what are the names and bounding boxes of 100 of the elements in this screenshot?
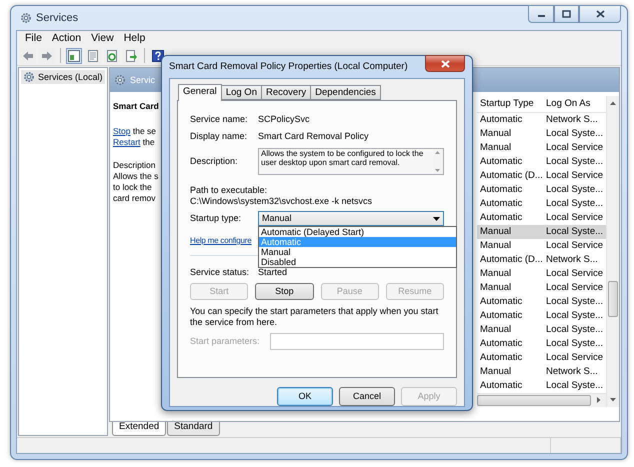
dropdown-option[interactable]: Automatic (Delayed Start): [259, 227, 456, 237]
list-row[interactable]: Automatic Local Syste...: [477, 155, 606, 169]
help-button[interactable]: [150, 48, 166, 64]
scroll-down-icon[interactable]: [609, 397, 617, 403]
list-row[interactable]: Manual Local Syste...: [477, 323, 606, 337]
list-row[interactable]: Automatic Local Service: [477, 351, 606, 365]
list-row[interactable]: Manual Local Service: [477, 239, 606, 253]
table-cell-text: Manual: [479, 142, 512, 154]
table-cell-text: Local Syste...: [545, 338, 604, 350]
table-cell-text: Manual: [479, 128, 512, 140]
tree-item-label: Services (Local): [38, 72, 103, 82]
dropdown-option[interactable]: Disabled: [259, 257, 456, 267]
table-cell-text: Local Service: [545, 240, 604, 252]
close-icon: [440, 60, 450, 68]
dialog-title: Smart Card Removal Policy Properties (Local Computer): [169, 60, 408, 74]
horizontal-scrollbar[interactable]: [477, 393, 606, 407]
dialog-button[interactable]: Cancel: [339, 387, 395, 406]
field-label: Service name:: [190, 114, 249, 125]
action-link[interactable]: Stop: [113, 126, 130, 136]
table-cell-text: Local Service: [545, 170, 604, 182]
table-cell-text: Automatic: [479, 184, 524, 196]
properties-button[interactable]: [85, 48, 101, 64]
list-row[interactable]: Manual Local Syste...: [477, 225, 606, 239]
list-row[interactable]: Manual Local Service: [477, 267, 606, 281]
startup-type-dropdown[interactable]: Manual: [258, 211, 444, 226]
scrollbar-thumb[interactable]: [608, 281, 618, 317]
description-text: Allows the s: [113, 171, 158, 182]
caret-icon: [433, 216, 440, 220]
vertical-scrollbar[interactable]: [433, 149, 443, 174]
close-button[interactable]: [425, 55, 465, 72]
refresh-button[interactable]: [104, 48, 120, 64]
table-cell-text: Automatic: [479, 310, 524, 322]
dropdown-option[interactable]: Manual: [259, 247, 456, 257]
list-row[interactable]: Manual Local Syste...: [477, 127, 606, 141]
column-header[interactable]: Startup Type: [477, 98, 544, 110]
tab[interactable]: Dependencies: [311, 85, 381, 100]
field-label: Display name:: [190, 131, 248, 142]
forward-icon: [41, 50, 53, 62]
maximize-icon: [562, 10, 571, 18]
maximize-button[interactable]: [554, 5, 579, 23]
table-cell-text: Manual: [479, 240, 512, 252]
table-cell-text: Manual: [479, 366, 512, 378]
list-row[interactable]: Automatic Local Syste...: [477, 309, 606, 323]
table-cell-text: Local Service: [545, 212, 604, 224]
table-cell-text: Automatic: [479, 212, 524, 224]
action-link[interactable]: Restart: [113, 137, 140, 147]
description-field[interactable]: Allows the system to be configured to lock the user desktop upon smart card removal.: [258, 148, 444, 175]
list-row[interactable]: Automatic Local Syste...: [477, 197, 606, 211]
table-cell-text: Network S...: [545, 114, 599, 126]
menu-item[interactable]: Help: [118, 32, 150, 45]
service-control-button[interactable]: Stop: [255, 283, 314, 300]
scroll-up-icon[interactable]: [609, 100, 617, 106]
tab[interactable]: General: [178, 84, 222, 101]
help-link[interactable]: Help me configure: [190, 235, 252, 246]
panel-header-title: Servic: [130, 74, 156, 86]
table-cell-text: Local Syste...: [545, 296, 604, 308]
field-label: Description:: [190, 156, 239, 167]
list-row[interactable]: Automatic (D... Local Service: [477, 169, 606, 183]
table-cell-text: Automatic: [479, 296, 524, 308]
table-cell-text: Manual: [479, 226, 512, 238]
list-row[interactable]: Manual Local Service: [477, 141, 606, 155]
close-button[interactable]: [579, 5, 621, 23]
view-tab[interactable]: Extended: [112, 422, 166, 436]
panel-toggle-icon: [68, 50, 80, 62]
vertical-scrollbar[interactable]: [606, 96, 619, 407]
export-icon: [125, 50, 137, 62]
panel-toggle-button[interactable]: [66, 48, 82, 64]
tab[interactable]: Recovery: [262, 85, 312, 100]
export-button[interactable]: [123, 48, 139, 64]
table-cell-text: Automatic (D...: [479, 254, 544, 266]
scrollbar-thumb[interactable]: [477, 395, 591, 406]
list-row[interactable]: Automatic Local Syste...: [477, 183, 606, 197]
table-cell-text: Local Service: [545, 268, 604, 280]
gear-icon: [23, 71, 35, 83]
menu-item[interactable]: View: [86, 32, 119, 45]
column-header[interactable]: Log On As: [544, 98, 604, 110]
tab[interactable]: Log On: [222, 85, 262, 100]
table-cell-text: Local Syste...: [545, 198, 604, 210]
tree-item[interactable]: Services (Local): [21, 70, 105, 84]
menu-item[interactable]: File: [20, 32, 47, 45]
view-tab[interactable]: Standard: [167, 422, 220, 436]
minimize-button[interactable]: [528, 5, 554, 23]
table-cell-text: Automatic: [479, 198, 524, 210]
list-row[interactable]: Automatic Local Syste...: [477, 337, 606, 351]
list-row[interactable]: Automatic Local Syste...: [477, 295, 606, 309]
list-row[interactable]: Automatic (D... Network S...: [477, 253, 606, 267]
status-value: Started: [258, 267, 288, 278]
table-cell-text: Automatic (D...: [479, 170, 544, 182]
menu-item[interactable]: Action: [46, 32, 86, 45]
scroll-right-icon[interactable]: [596, 396, 602, 404]
path-text: C:\Windows\system32\svchost.exe -k netsvcs: [190, 196, 374, 207]
list-row[interactable]: Automatic Network S...: [477, 113, 606, 127]
list-row[interactable]: Automatic Local Service: [477, 211, 606, 225]
window-title: Services: [36, 12, 78, 24]
list-row[interactable]: Manual Network S...: [477, 365, 606, 379]
properties-icon: [87, 50, 99, 62]
list-row[interactable]: Automatic Local Syste...: [477, 379, 606, 393]
dialog-button[interactable]: OK: [277, 387, 333, 406]
list-row[interactable]: Manual Local Service: [477, 281, 606, 295]
scroll-arrows-icon: [434, 150, 441, 173]
